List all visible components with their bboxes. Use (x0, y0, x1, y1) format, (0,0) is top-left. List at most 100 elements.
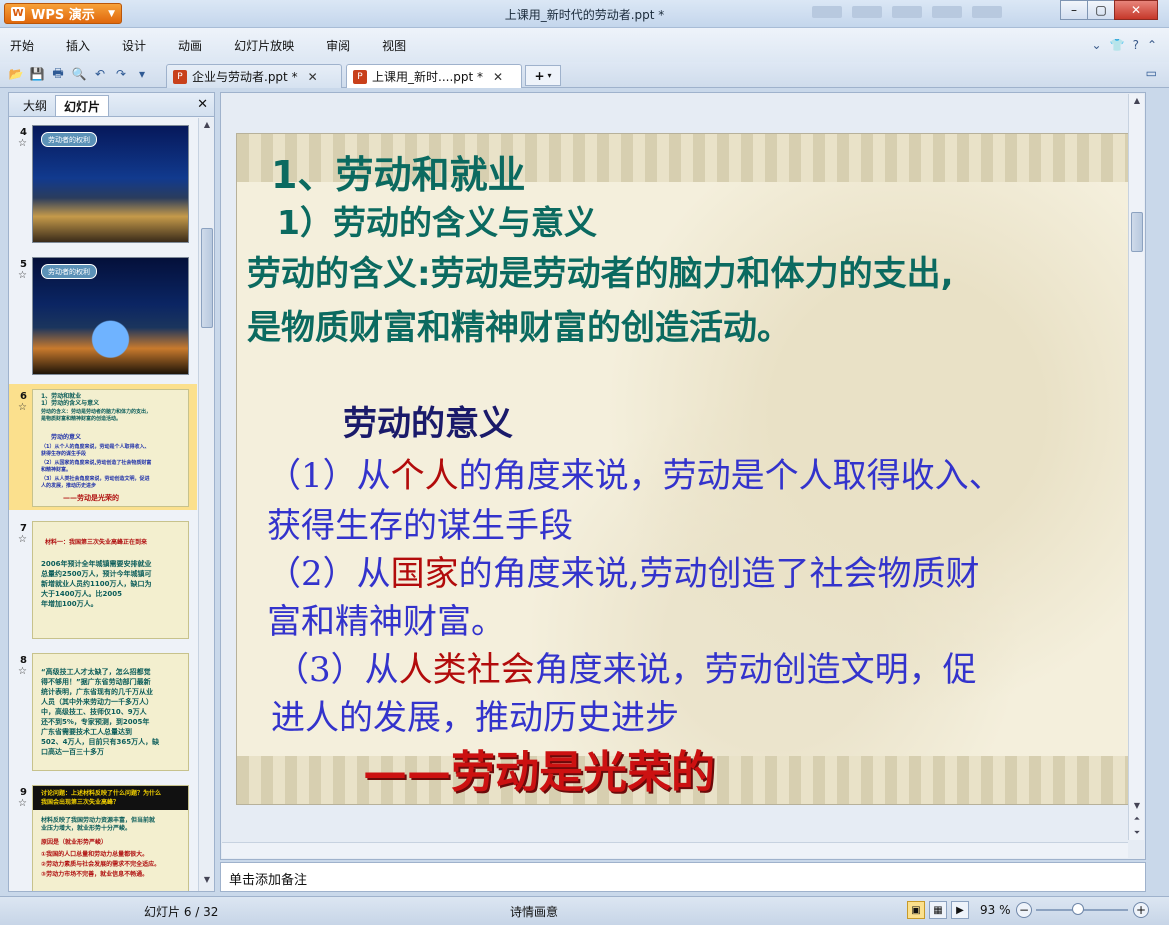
close-window-button[interactable]: ✕ (1114, 0, 1158, 20)
menu-review[interactable]: 审阅 (326, 37, 350, 54)
point-2-line[interactable]: （2）从国家的角度来说,劳动创造了社会物质财 (267, 546, 979, 595)
thumb-text: 劳动的含义：劳动是劳动者的脑力和体力的支出， (41, 409, 152, 415)
slide-thumb-row[interactable]: 7 ☆ 材料一：我国第三次失业高峰正在到来 2006年预计全年城镇需要安排就业 … (9, 516, 197, 642)
open-folder-icon[interactable]: 📂 (8, 66, 24, 82)
thumbnail-scrollbar[interactable]: ▲ ▼ (198, 118, 214, 891)
slide-thumbnail[interactable]: 1、劳动和就业 1）劳动的含义与意义 劳动的含义：劳动是劳动者的脑力和体力的支出… (32, 389, 189, 507)
highlight-text: 国家 (390, 554, 459, 594)
next-slide-icon[interactable]: ⏷ (1129, 828, 1145, 838)
definition-line[interactable]: 劳动的含义:劳动是劳动者的脑力和体力的支出, (247, 246, 954, 295)
slide-thumb-row[interactable]: 9 ☆ 讨论问题：上述材料反映了什么问题？为什么 我国会出现第三次失业高峰？ 材… (9, 780, 197, 891)
point-1-line[interactable]: 获得生存的谋生手段 (267, 498, 573, 547)
redo-icon[interactable]: ↷ (113, 66, 129, 82)
thumb-text: 总量约2500万人，预计今年城镇可 (41, 570, 152, 578)
slide-thumb-row[interactable]: 8 ☆ “高级技工人才太缺了，怎么招都觉 得不够用！”据广东省劳动部门最新 统计… (9, 648, 197, 774)
scroll-up-icon[interactable]: ▲ (1129, 96, 1145, 105)
panel-toggle-icon[interactable]: ▭ (1146, 66, 1157, 80)
close-tab-icon[interactable]: ✕ (493, 70, 503, 84)
thumb-text: 材料一：我国第三次失业高峰正在到来 (45, 539, 148, 546)
tab-current-presentation[interactable]: P 上课用_新时....ppt * ✕ (346, 64, 522, 88)
new-tab-button[interactable]: + ▾ (525, 65, 561, 86)
slide-thumb-row[interactable]: 5 ☆ 劳动者的权利 (9, 252, 197, 378)
maximize-button[interactable]: ▢ (1087, 0, 1115, 20)
point-text: （2）从 (267, 554, 391, 594)
normal-view-icon[interactable]: ▣ (907, 901, 925, 919)
status-bar: 幻灯片 6 / 32 诗情画意 ▣ ▦ ▶ 93 % − + (0, 896, 1169, 925)
scroll-down-icon[interactable]: ▼ (1129, 801, 1145, 810)
scrollbar-thumb[interactable] (1131, 212, 1143, 252)
zoom-slider-handle[interactable] (1072, 903, 1084, 915)
point-text: （1）从 (267, 456, 391, 496)
thumb-badge: 劳动者的权利 (41, 132, 97, 147)
thumb-text: ——劳动是光荣的 (63, 494, 119, 502)
menu-view[interactable]: 视图 (382, 37, 406, 54)
highlight-text: 人类社会 (398, 650, 535, 690)
slide-thumbnail[interactable]: 材料一：我国第三次失业高峰正在到来 2006年预计全年城镇需要安排就业 总量约2… (32, 521, 189, 639)
canvas-horizontal-scrollbar[interactable] (222, 842, 1128, 858)
canvas-vertical-scrollbar[interactable]: ▲ ▼ ⏶ ⏷ (1128, 94, 1144, 840)
slide-sorter-icon[interactable]: ▦ (929, 901, 947, 919)
point-3-line[interactable]: 进人的发展，推动历史进步 (271, 690, 679, 739)
close-tab-icon[interactable]: ✕ (308, 70, 318, 84)
customize-toolbar-icon[interactable]: ▾ (134, 66, 150, 82)
scroll-up-icon[interactable]: ▲ (199, 120, 215, 134)
slide-thumbnail[interactable]: 劳动者的权利 (32, 257, 189, 375)
point-2-line[interactable]: 富和精神财富。 (267, 594, 505, 643)
slide-thumb-row[interactable]: 4 ☆ 劳动者的权利 (9, 120, 197, 246)
zoom-in-icon[interactable]: + (1133, 902, 1149, 918)
conclusion-text[interactable]: ——劳动是光荣的 (363, 736, 715, 800)
thumb-text: 原因是（就业形势严峻） (41, 839, 108, 846)
ribbon-toggle-icon[interactable]: ⌃ (1147, 38, 1157, 52)
menu-slideshow[interactable]: 幻灯片放映 (234, 37, 294, 54)
chevron-down-icon[interactable]: ⌄ (1092, 38, 1102, 52)
animation-star-icon: ☆ (18, 666, 27, 677)
slide-thumbnail[interactable]: “高级技工人才太缺了，怎么招都觉 得不够用！”据广东省劳动部门最新 统计表明，广… (32, 653, 189, 771)
significance-title[interactable]: 劳动的意义 (343, 396, 513, 445)
thumb-text: 广东省需要技术工人总量达到 (41, 728, 132, 736)
thumb-text: 我国会出现第三次失业高峰？ (41, 799, 120, 806)
tab-outline[interactable]: 大纲 (15, 95, 55, 116)
slideshow-icon[interactable]: ▶ (951, 901, 969, 919)
menu-home[interactable]: 开始 (10, 37, 34, 54)
thumb-text: ①我国的人口总量和劳动力总量都很大。 (41, 851, 149, 858)
point-1-line[interactable]: （1）从个人的角度来说，劳动是个人取得收入、 (267, 448, 1003, 497)
scroll-down-icon[interactable]: ▼ (199, 875, 215, 889)
slide-thumbnail[interactable]: 劳动者的权利 (32, 125, 189, 243)
previous-slide-icon[interactable]: ⏶ (1129, 814, 1145, 824)
ppt-file-icon: P (173, 69, 187, 84)
menu-insert[interactable]: 插入 (66, 37, 90, 54)
undo-icon[interactable]: ↶ (92, 66, 108, 82)
zoom-out-icon[interactable]: − (1016, 902, 1032, 918)
save-icon[interactable]: 💾 (29, 66, 45, 82)
blurred-icon (892, 6, 922, 18)
print-preview-icon[interactable]: 🔍 (71, 66, 87, 82)
tab-enterprise-and-laborer[interactable]: P 企业与劳动者.ppt * ✕ (166, 64, 342, 88)
skin-icon[interactable]: 👕 (1110, 38, 1125, 52)
slide-thumbnail[interactable]: 讨论问题：上述材料反映了什么问题？为什么 我国会出现第三次失业高峰？ 材料反映了… (32, 785, 189, 891)
menu-animation[interactable]: 动画 (178, 37, 202, 54)
slide-thumb-row-selected[interactable]: 6 ☆ 1、劳动和就业 1）劳动的含义与意义 劳动的含义：劳动是劳动者的脑力和体… (9, 384, 197, 510)
thumb-text: （2）从国家的角度来说,劳动创造了社会物质财富 (41, 460, 152, 466)
document-tab-bar: 📂 💾 🖶 🔍 ↶ ↷ ▾ P 企业与劳动者.ppt * ✕ P 上课用_新时.… (0, 62, 1169, 88)
definition-line[interactable]: 是物质财富和精神财富的创造活动。 (247, 300, 791, 349)
chevron-down-icon: ▾ (547, 71, 552, 80)
slide-heading[interactable]: 1、劳动和就业 (271, 144, 525, 199)
print-icon[interactable]: 🖶 (50, 66, 66, 82)
minimize-button[interactable]: – (1060, 0, 1088, 20)
current-slide[interactable]: 1、劳动和就业 1）劳动的含义与意义 劳动的含义:劳动是劳动者的脑力和体力的支出… (236, 133, 1132, 805)
tab-slides[interactable]: 幻灯片 (55, 95, 110, 116)
thumb-text: 得不够用！”据广东省劳动部门最新 (41, 678, 151, 686)
thumb-text: 中，高级技工、技师仅10、9万人 (41, 708, 147, 716)
theme-name: 诗情画意 (510, 905, 559, 919)
slide-subheading[interactable]: 1）劳动的含义与意义 (277, 196, 597, 244)
scrollbar-thumb[interactable] (201, 228, 213, 328)
point-3-line[interactable]: （3）从人类社会角度来说，劳动创造文明，促 (275, 642, 977, 691)
close-panel-icon[interactable]: ✕ (197, 97, 208, 112)
animation-star-icon: ☆ (18, 270, 27, 281)
help-icon[interactable]: ? (1133, 38, 1139, 52)
speaker-notes-input[interactable]: 单击添加备注 (220, 862, 1146, 892)
menu-bar: 开始 插入 设计 动画 幻灯片放映 审阅 视图 ⌄ 👕 ? ⌃ (0, 28, 1169, 62)
slide-number: 6 (20, 391, 27, 402)
animation-star-icon: ☆ (18, 534, 27, 545)
menu-design[interactable]: 设计 (122, 37, 146, 54)
